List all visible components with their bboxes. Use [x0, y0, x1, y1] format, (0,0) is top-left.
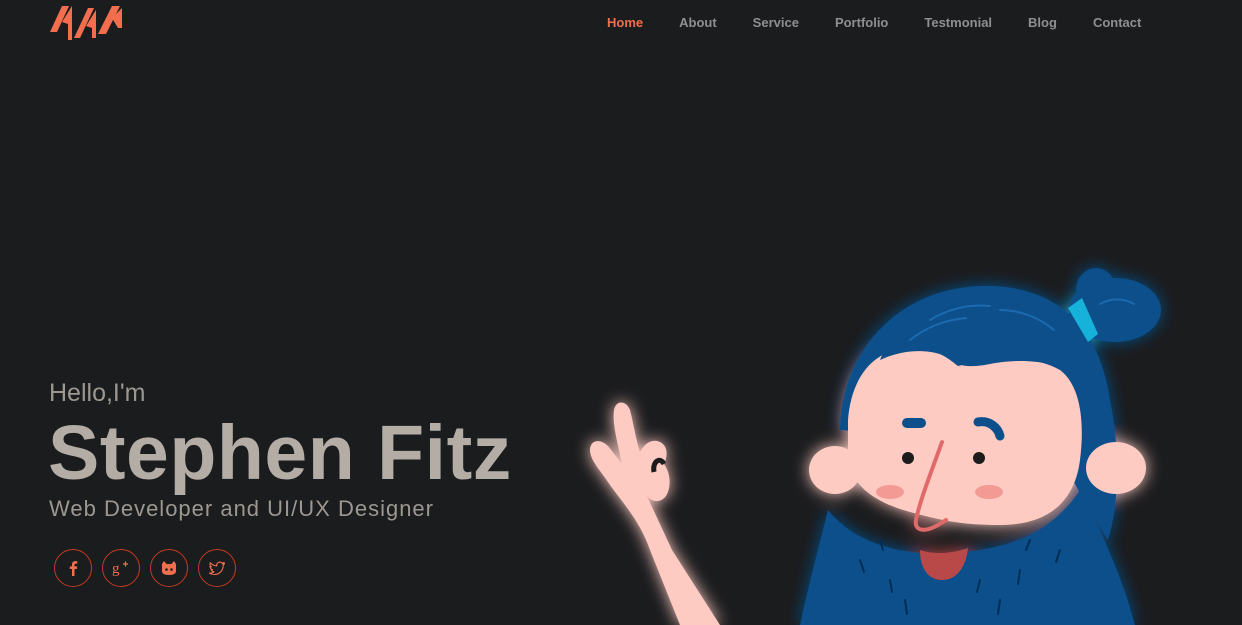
hero-role: Web Developer and UI/UX Designer: [49, 496, 434, 521]
github-link[interactable]: [150, 549, 188, 587]
nav-testimonial[interactable]: Testmonial: [906, 14, 1010, 32]
nav-blog[interactable]: Blog: [1010, 14, 1075, 32]
google-plus-icon: g: [112, 561, 128, 576]
nav-portfolio[interactable]: Portfolio: [817, 14, 906, 32]
bearded-man-ok-hand-illustration: [560, 250, 1200, 625]
facebook-icon: [69, 561, 78, 576]
twitter-icon: [208, 561, 226, 576]
social-links: g: [54, 549, 236, 587]
hero-name: Stephen Fitz: [48, 410, 512, 496]
nav-home[interactable]: Home: [589, 14, 661, 32]
brand-logo-icon[interactable]: [48, 2, 126, 44]
nav-about[interactable]: About: [661, 14, 735, 32]
main-nav: Home About Service Portfolio Testmonial …: [589, 14, 1159, 32]
twitter-link[interactable]: [198, 549, 236, 587]
nav-service[interactable]: Service: [735, 14, 817, 32]
page: Home About Service Portfolio Testmonial …: [0, 0, 1242, 625]
github-icon: [162, 561, 176, 575]
svg-text:g: g: [112, 561, 120, 576]
nav-contact[interactable]: Contact: [1075, 14, 1159, 32]
google-plus-link[interactable]: g: [102, 549, 140, 587]
hero-greeting: Hello,I'm: [49, 379, 146, 407]
facebook-link[interactable]: [54, 549, 92, 587]
